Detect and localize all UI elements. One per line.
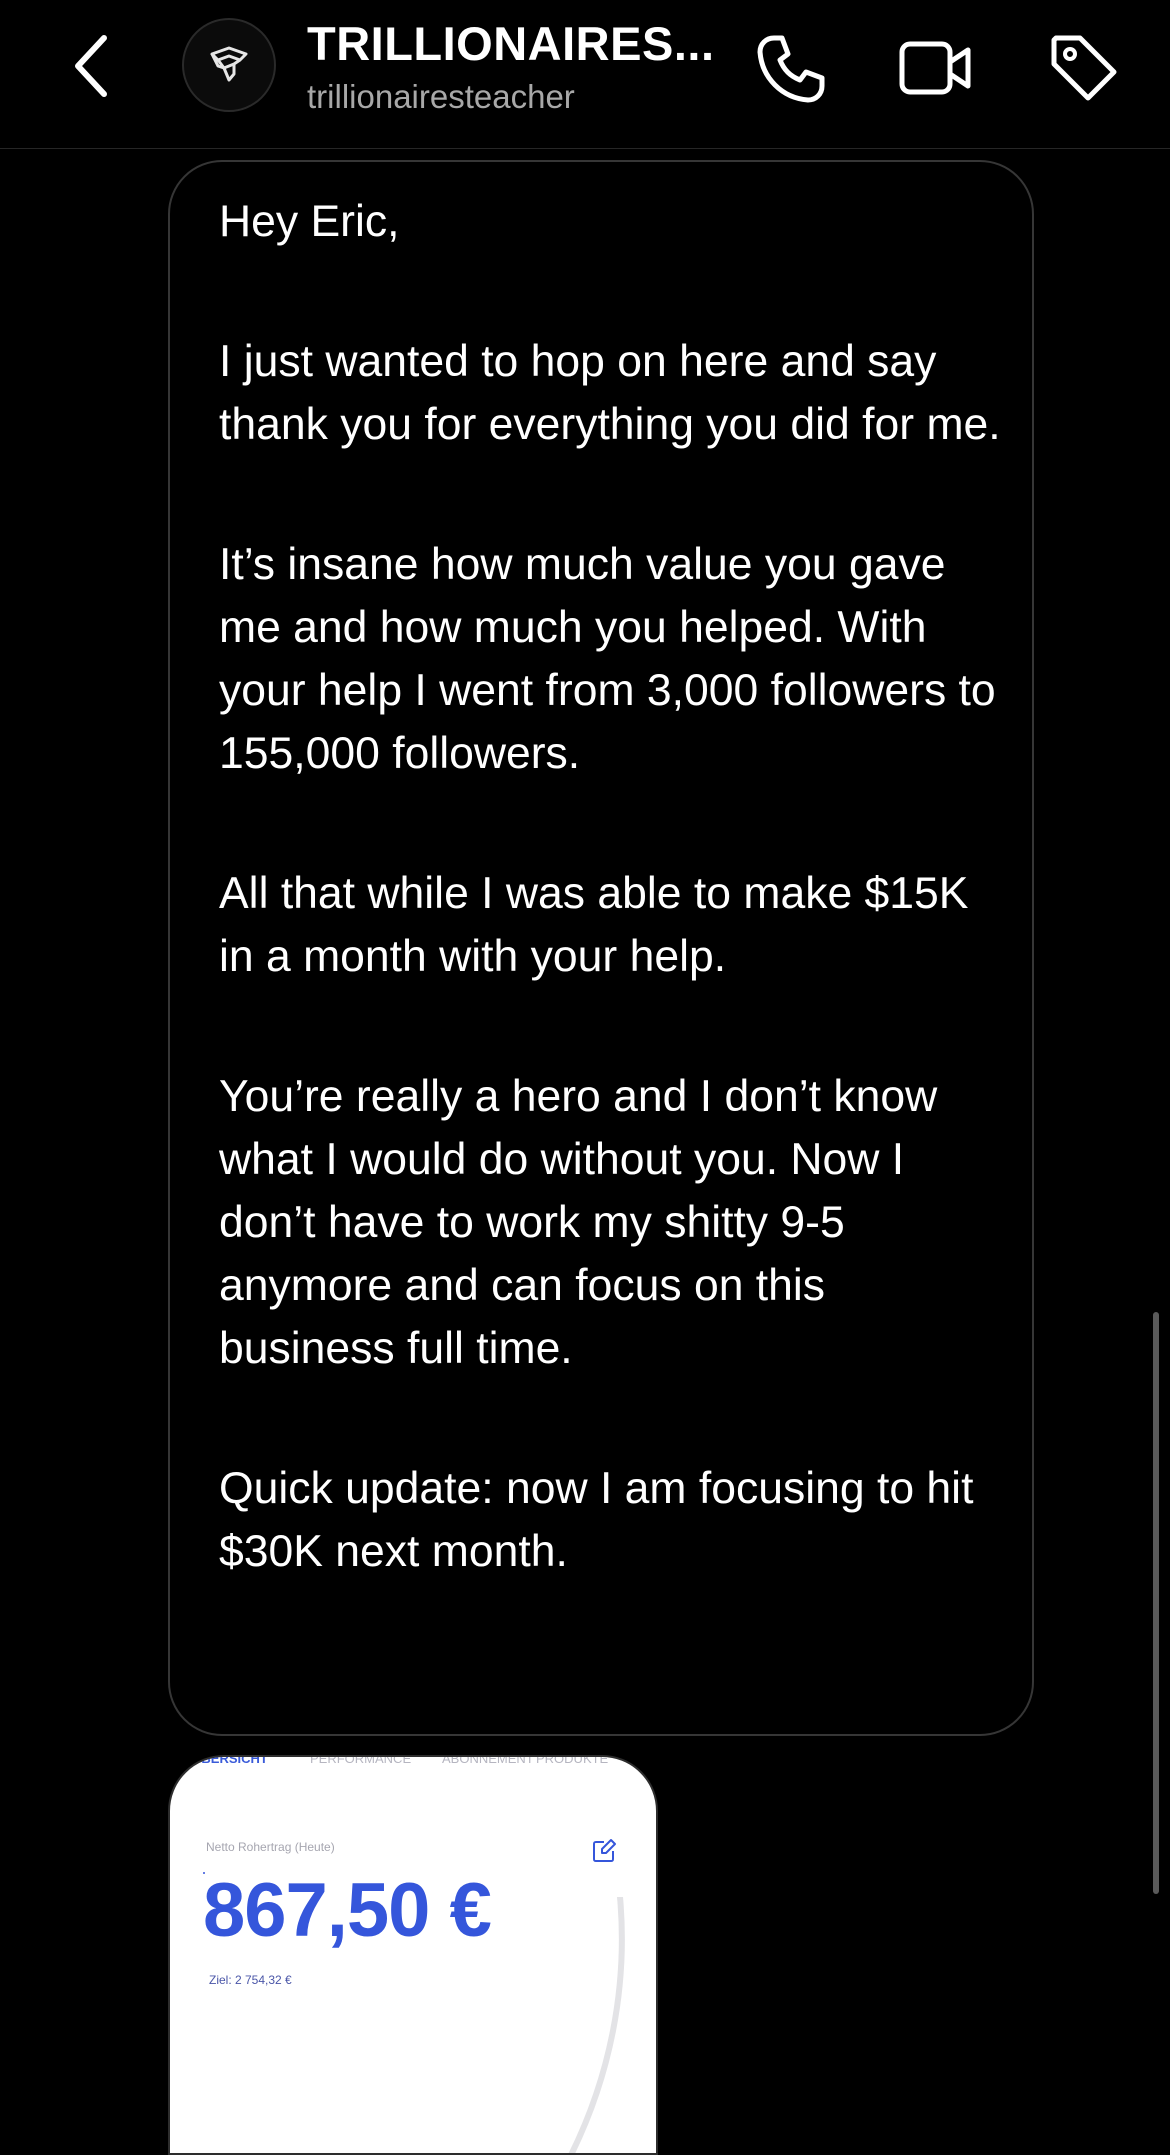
revenue-goal: Ziel: 2 754,32 € <box>209 1973 292 1987</box>
message-paragraph: Quick update: now I am focusing to hit $… <box>219 1464 974 1576</box>
chat-header: TRILLIONAIRES... trillionairesteacher <box>0 0 1170 149</box>
chat-title[interactable]: TRILLIONAIRES... <box>307 16 715 71</box>
message-bubble[interactable]: Hey Eric, I just wanted to hop on here a… <box>168 160 1034 1736</box>
tag-button[interactable] <box>1046 30 1122 106</box>
revenue-label: Netto Rohertrag (Heute) <box>206 1840 335 1854</box>
attachment-tab: PERFORMANCE <box>310 1755 412 1766</box>
tag-icon <box>1051 35 1117 101</box>
scrollbar[interactable] <box>1153 1312 1159 1894</box>
call-button[interactable] <box>752 30 828 106</box>
back-button[interactable] <box>62 30 122 102</box>
progress-arc <box>568 1897 625 2153</box>
attachment-tab: PRODUKTE <box>536 1755 609 1766</box>
video-call-button[interactable] <box>898 30 974 106</box>
message-paragraph: You’re really a hero and I don’t know wh… <box>219 1072 938 1373</box>
message-paragraph: Hey Eric, <box>219 197 400 246</box>
edit-icon <box>590 1837 618 1865</box>
message-paragraph: I just wanted to hop on here and say tha… <box>219 337 1001 449</box>
attachment-tab: ABONNEMENT <box>442 1755 534 1766</box>
video-camera-icon <box>899 41 971 95</box>
message-text: Hey Eric, I just wanted to hop on here a… <box>219 190 1009 1583</box>
revenue-value: 867,50 € <box>203 1868 492 1953</box>
phone-icon <box>757 35 825 103</box>
message-paragraph: It’s insane how much value you gave me a… <box>219 540 996 778</box>
chat-username[interactable]: trillionairesteacher <box>307 78 575 116</box>
avatar[interactable] <box>182 18 276 112</box>
attachment-tab: ÜBERSICHT <box>192 1755 268 1766</box>
message-paragraph: All that while I was able to make $15K i… <box>219 869 969 981</box>
chevron-left-icon <box>75 35 107 97</box>
logo-avatar-icon <box>210 46 248 82</box>
image-attachment[interactable]: ÜBERSICHT PERFORMANCE ABONNEMENT PRODUKT… <box>168 1755 658 2155</box>
